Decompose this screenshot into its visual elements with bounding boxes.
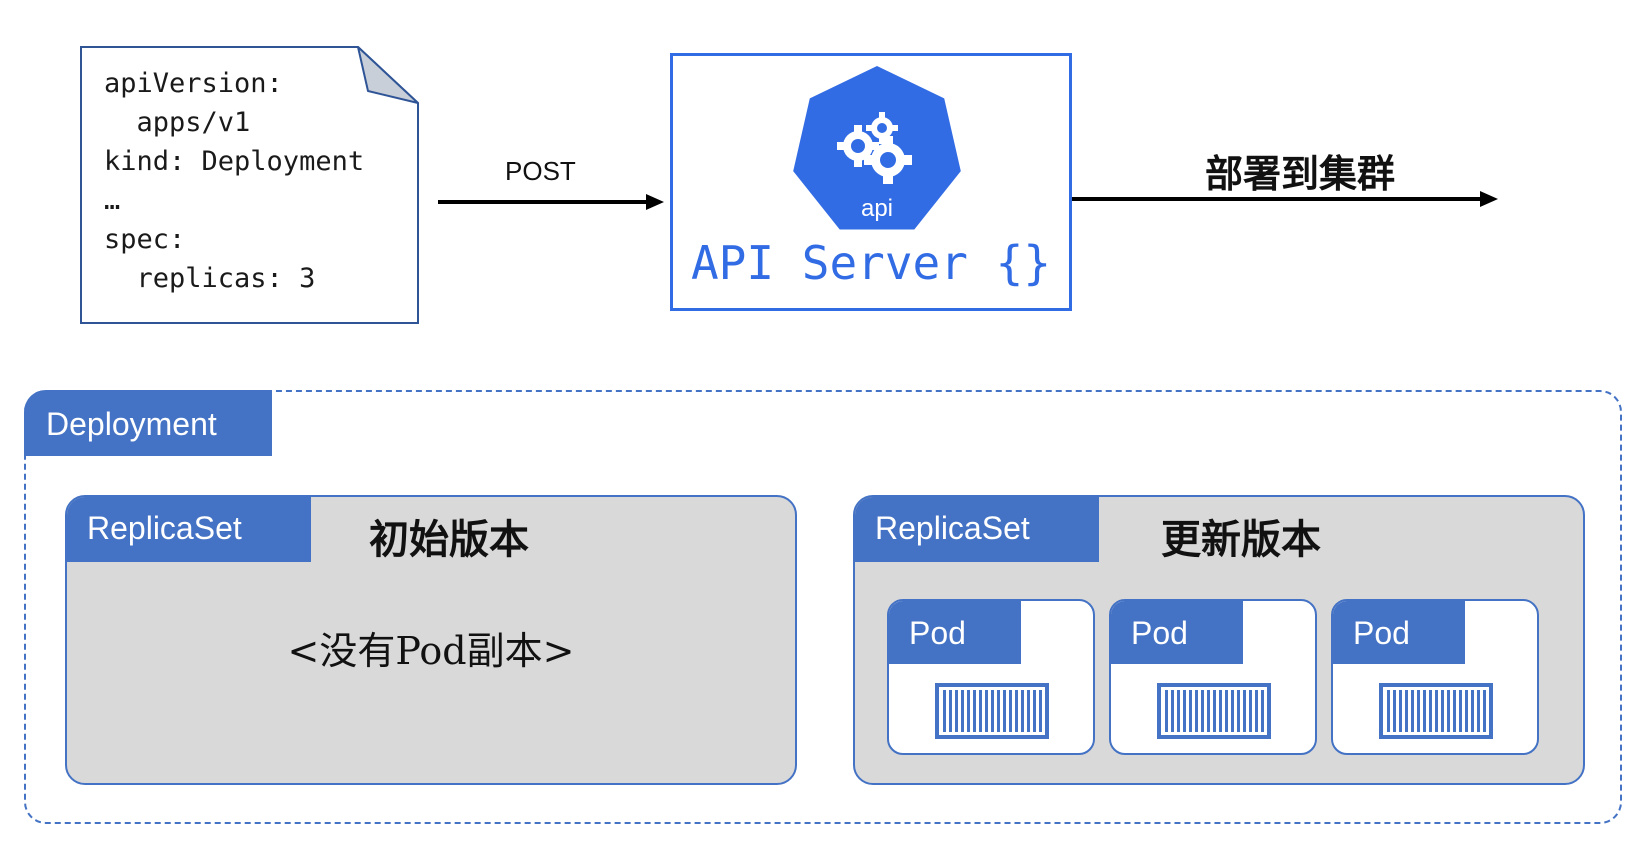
replicaset-version-label: 初始版本 [369,516,529,563]
replicaset-tab: ReplicaSet [67,497,311,562]
post-arrow [438,194,664,210]
pod-card: Pod [887,599,1095,755]
replicaset-tab-label: ReplicaSet [87,510,242,546]
api-server-label: API Server {} [690,236,1052,290]
deploy-to-cluster-label: 部署到集群 [1205,152,1396,196]
deployment-title: Deployment [46,406,217,442]
post-arrow-label: POST [505,156,576,186]
pod-label: Pod [1353,615,1410,651]
pod-label: Pod [909,615,966,651]
no-pods-message: <没有Pod副本> [287,629,575,673]
kubernetes-api-icon: api [793,66,961,230]
replicaset-updated: ReplicaSet 更新版本 Pod Pod Pod [853,495,1585,785]
pod-tab: Pod [1111,601,1243,664]
container-icon [935,683,1049,739]
pod-card: Pod [1331,599,1539,755]
replicaset-tab: ReplicaSet [855,497,1099,562]
container-icon [1379,683,1493,739]
yaml-manifest-text: apiVersion: apps/v1 kind: Deployment … s… [104,68,365,294]
pod-label: Pod [1131,615,1188,651]
pod-tab: Pod [889,601,1021,664]
container-icon [1157,683,1271,739]
replicaset-tab-label: ReplicaSet [875,510,1030,546]
pod-tab: Pod [1333,601,1465,664]
replicaset-initial: ReplicaSet 初始版本 <没有Pod副本> [65,495,797,785]
pod-card: Pod [1109,599,1317,755]
replicaset-version-label: 更新版本 [1161,516,1321,563]
api-logo-text: api [861,195,893,222]
